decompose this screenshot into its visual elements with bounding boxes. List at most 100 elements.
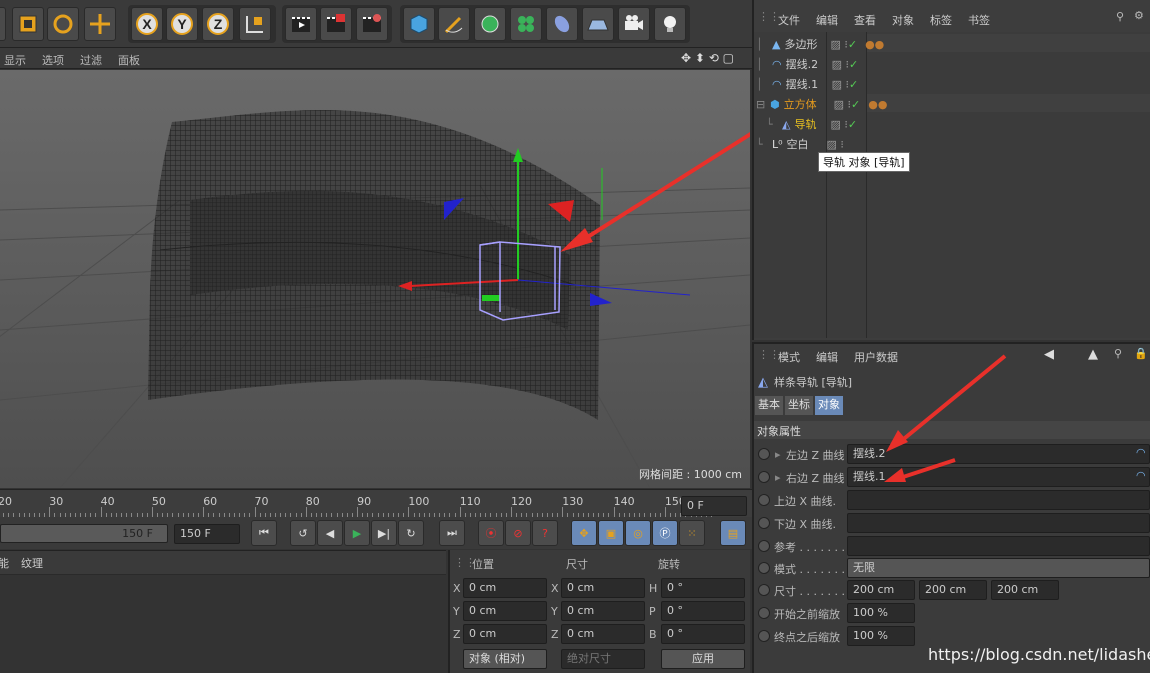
- search-icon[interactable]: ⚲: [1116, 10, 1124, 23]
- size-radio[interactable]: [758, 584, 770, 596]
- prev-key-icon[interactable]: ↺: [290, 520, 316, 546]
- scale-tool-icon[interactable]: [12, 7, 44, 41]
- key-pla-icon[interactable]: ⁙: [679, 520, 705, 546]
- viewport[interactable]: 网格间距 : 1000 cm: [0, 70, 750, 488]
- expand-arrow-icon[interactable]: ▸: [775, 448, 781, 461]
- render-settings-icon[interactable]: [356, 7, 388, 41]
- enabled-check-icon[interactable]: ✓: [849, 78, 858, 91]
- z-axis-lock-icon[interactable]: Z: [202, 7, 234, 41]
- enabled-check-icon[interactable]: ✓: [848, 118, 857, 131]
- settings-icon[interactable]: ⚙: [1134, 9, 1144, 22]
- spline-link-icon[interactable]: ◠: [1136, 469, 1146, 482]
- right-z-radio[interactable]: [758, 471, 770, 483]
- go-to-start-icon[interactable]: ⏮: [251, 520, 277, 546]
- size-mode-dropdown[interactable]: 绝对尺寸: [561, 649, 645, 669]
- back-arrow-icon[interactable]: ◀: [1044, 347, 1054, 362]
- viewport-menu-filter[interactable]: 过滤: [72, 52, 110, 68]
- floor-icon[interactable]: [582, 7, 614, 41]
- tab-object[interactable]: 对象: [815, 396, 843, 415]
- next-frame-icon[interactable]: ▶|: [371, 520, 397, 546]
- spline-link-icon[interactable]: ◠: [1136, 446, 1146, 459]
- object-row-cycloid-1[interactable]: │ ◠ 摆线.1 ▨ ⁝ ✓: [756, 74, 858, 94]
- attr-menu-mode[interactable]: 模式: [770, 349, 808, 365]
- scale-end-field[interactable]: 100 %: [847, 626, 915, 646]
- camera-icon[interactable]: [618, 7, 650, 41]
- coord-size-y-field[interactable]: 0 cm: [561, 601, 645, 621]
- prev-frame-icon[interactable]: ◀: [317, 520, 343, 546]
- render-picture-viewer-icon[interactable]: [320, 7, 352, 41]
- move-tool-icon[interactable]: [84, 7, 116, 41]
- cloner-icon[interactable]: [510, 7, 542, 41]
- render-view-icon[interactable]: [285, 7, 317, 41]
- mode-radio[interactable]: [758, 562, 770, 574]
- record-icon[interactable]: ⦿: [478, 520, 504, 546]
- enabled-check-icon[interactable]: ✓: [849, 58, 858, 71]
- key-rotate-icon[interactable]: ◎: [625, 520, 651, 546]
- mode-dropdown[interactable]: 无限: [847, 558, 1150, 578]
- material-tag-icon[interactable]: ●●: [868, 98, 887, 111]
- key-scale-icon[interactable]: ▣: [598, 520, 624, 546]
- object-row-cube[interactable]: ⊟ ⬢ 立方体 ▨ ⁝ ✓ ●●: [756, 94, 887, 114]
- coord-size-x-field[interactable]: 0 cm: [561, 578, 645, 598]
- apply-button[interactable]: 应用: [661, 649, 745, 669]
- object-visibility-toggle[interactable]: ▨ ⁝: [834, 98, 851, 111]
- object-row-rail[interactable]: └ ◭ 导轨 ▨ ⁝ ✓: [756, 114, 857, 134]
- object-visibility-toggle[interactable]: ▨ ⁝: [832, 78, 849, 91]
- deformer-icon[interactable]: [546, 7, 578, 41]
- material-menu-texture[interactable]: 纹理: [21, 555, 43, 571]
- rot-p-field[interactable]: 0 °: [661, 601, 745, 621]
- menu-object[interactable]: 对象: [884, 12, 922, 28]
- lock-icon[interactable]: 🔒: [1134, 347, 1148, 360]
- bottom-x-field[interactable]: [847, 513, 1150, 533]
- pos-z-field[interactable]: 0 cm: [463, 624, 547, 644]
- auto-key-icon[interactable]: ⊘: [505, 520, 531, 546]
- material-menu-function[interactable]: 能: [0, 555, 9, 571]
- object-visibility-toggle[interactable]: ▨ ⁝: [827, 138, 844, 151]
- viewport-menu-options[interactable]: 选项: [34, 52, 72, 68]
- menu-view[interactable]: 查看: [846, 12, 884, 28]
- film-strip-icon[interactable]: ▤: [720, 520, 746, 546]
- select-box-icon[interactable]: [0, 7, 6, 41]
- current-frame-field[interactable]: 0 F: [681, 496, 747, 516]
- keyframe-help-icon[interactable]: ?: [532, 520, 558, 546]
- menu-tags[interactable]: 标签: [922, 12, 960, 28]
- rotate-tool-icon[interactable]: [47, 7, 79, 41]
- rot-h-field[interactable]: 0 °: [661, 578, 745, 598]
- subdivision-icon[interactable]: [474, 7, 506, 41]
- key-param-icon[interactable]: Ⓟ: [652, 520, 678, 546]
- timeline-ruler[interactable]: 20 30 40 50 60 70 80 90 100 110 120 130 140 150 0 F: [0, 489, 752, 517]
- menu-edit[interactable]: 编辑: [808, 12, 846, 28]
- rot-b-field[interactable]: 0 °: [661, 624, 745, 644]
- size-z-field[interactable]: 200 cm: [991, 580, 1059, 600]
- viewport-nav-icon[interactable]: ✥ ⬍ ⟲ ▢: [681, 51, 734, 65]
- scale-start-radio[interactable]: [758, 607, 770, 619]
- x-axis-lock-icon[interactable]: X: [131, 7, 163, 41]
- up-arrow-icon[interactable]: ▲: [1088, 347, 1098, 362]
- object-row-polygon[interactable]: │ ▲ 多边形 ▨ ⁝ ✓ ●●: [756, 34, 884, 54]
- reference-radio[interactable]: [758, 540, 770, 552]
- enabled-check-icon[interactable]: ✓: [848, 38, 857, 51]
- object-visibility-toggle[interactable]: ▨ ⁝: [832, 58, 849, 71]
- play-icon[interactable]: ▶: [344, 520, 370, 546]
- scale-start-field[interactable]: 100 %: [847, 603, 915, 623]
- pos-y-field[interactable]: 0 cm: [463, 601, 547, 621]
- go-to-end-icon[interactable]: ⏭: [439, 520, 465, 546]
- menu-bookmarks[interactable]: 书签: [960, 12, 998, 28]
- pen-spline-icon[interactable]: [438, 7, 470, 41]
- material-tag-icon[interactable]: ●●: [865, 38, 884, 51]
- size-y-field[interactable]: 200 cm: [919, 580, 987, 600]
- enabled-check-icon[interactable]: ✓: [851, 98, 860, 111]
- top-x-radio[interactable]: [758, 494, 770, 506]
- object-row-cycloid-2[interactable]: │ ◠ 摆线.2 ▨ ⁝ ✓: [756, 54, 858, 74]
- coord-size-z-field[interactable]: 0 cm: [561, 624, 645, 644]
- key-move-icon[interactable]: ✥: [571, 520, 597, 546]
- tab-coord[interactable]: 坐标: [785, 396, 813, 415]
- range-slider[interactable]: 150 F: [0, 524, 168, 543]
- pos-x-field[interactable]: 0 cm: [463, 578, 547, 598]
- next-key-icon[interactable]: ↻: [398, 520, 424, 546]
- bottom-x-radio[interactable]: [758, 517, 770, 529]
- search-icon[interactable]: ⚲: [1114, 347, 1122, 360]
- size-x-field[interactable]: 200 cm: [847, 580, 915, 600]
- object-row-null[interactable]: └ L⁰ 空白 ▨ ⁝: [756, 134, 844, 154]
- expand-arrow-icon[interactable]: ▸: [775, 471, 781, 484]
